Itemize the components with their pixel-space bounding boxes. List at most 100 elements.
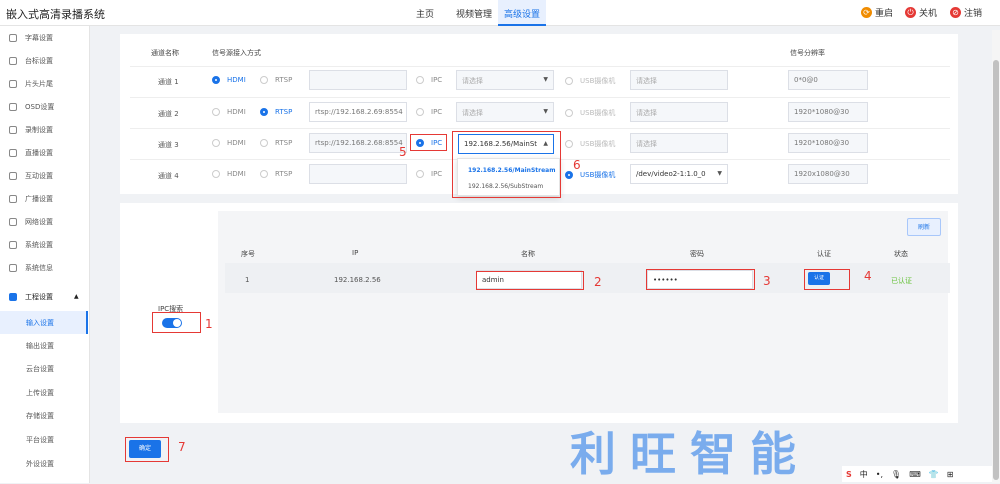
app-title: 嵌入式高清录播系统 (6, 8, 105, 21)
annotation-number: 5 (399, 145, 407, 159)
rtsp-url-input[interactable] (309, 164, 407, 184)
watermark: 利旺智能 (570, 427, 810, 481)
ipc-select[interactable]: 请选择 ▼ (456, 70, 554, 90)
sidebar-item-input[interactable]: 输入设置 (0, 311, 88, 334)
keyboard-icon[interactable]: ⌨ (909, 470, 921, 479)
nav-home[interactable]: 主页 (416, 7, 434, 20)
refresh-button[interactable]: 刷新 (907, 218, 941, 236)
chevron-up-icon: ▲ (74, 293, 79, 300)
sidebar-item-record[interactable]: 录制设置 (0, 118, 88, 141)
radio-usb[interactable]: USB摄像机 (565, 76, 615, 86)
sidebar-item-info[interactable]: 系统信息 (0, 256, 88, 279)
radio-usb[interactable]: USB摄像机 (565, 108, 615, 118)
radio-ipc[interactable]: IPC (416, 170, 442, 178)
sidebar-item-broadcast[interactable]: 广播设置 (0, 187, 88, 210)
users-icon (9, 171, 17, 180)
highlight-box (410, 134, 447, 151)
nav-advanced[interactable]: 高级设置 (498, 0, 547, 26)
live-icon (9, 148, 17, 157)
sidebar-item-logo[interactable]: 台标设置 (0, 49, 88, 72)
header-name: 名称 (521, 250, 535, 258)
network-icon (9, 217, 17, 226)
resolution-field: 1920*1080@30 (788, 102, 868, 122)
sidebar-group-engineering[interactable]: 工程设置 ▲ (0, 285, 88, 308)
usb-select[interactable]: /dev/video2-1:1.0_0 ▼ (630, 164, 728, 184)
radio-ipc[interactable]: IPC (416, 76, 442, 84)
sidebar-item-ptz[interactable]: 云台设置 (0, 357, 88, 380)
header-source: 信号源接入方式 (212, 49, 261, 57)
sidebar-item-intro[interactable]: 片头片尾 (0, 72, 88, 95)
radio-rtsp[interactable]: RTSP (260, 76, 292, 84)
divider (130, 66, 950, 67)
sidebar-item-platform[interactable]: 平台设置 (0, 428, 88, 451)
film-icon (9, 79, 17, 88)
top-bar: 嵌入式高清录播系统 主页 视频管理 高级设置 ⟳ 重启 ⏻ 关机 ⊘ 注销 (0, 0, 1000, 26)
header-resolution: 信号分辨率 (790, 49, 825, 57)
mic-icon[interactable]: 🎙 (891, 470, 901, 479)
restart-icon: ⟳ (861, 7, 872, 18)
header-channel: 通道名称 (151, 49, 179, 57)
skin-icon[interactable]: 👕 (929, 470, 939, 479)
nav-video[interactable]: 视频管理 (456, 7, 492, 20)
radio-usb[interactable]: USB摄像机 (565, 139, 615, 149)
header-index: 序号 (241, 250, 255, 258)
rtsp-url-input[interactable] (309, 70, 407, 90)
annotation-number: 4 (864, 269, 872, 283)
sidebar-item-network[interactable]: 网络设置 (0, 210, 88, 233)
ipc-select[interactable]: 请选择 ▼ (456, 102, 554, 122)
rtsp-url-input[interactable]: rtsp://192.168.2.68:8554 (309, 133, 407, 153)
ime-lang[interactable]: 中 (860, 469, 868, 480)
caret-down-icon: ▼ (543, 76, 548, 83)
rtsp-url-input[interactable]: rtsp://192.168.2.69:8554 (309, 102, 407, 122)
radio-hdmi[interactable]: HDMI (212, 170, 246, 178)
sidebar-item-live[interactable]: 直播设置 (0, 141, 88, 164)
scrollbar[interactable] (992, 30, 1000, 483)
ime-toolbar: S 中 •, 🎙 ⌨ 👕 ⊞ (842, 466, 992, 482)
annotation-number: 3 (763, 274, 771, 288)
restart-button[interactable]: ⟳ 重启 (861, 6, 893, 19)
engineering-icon (9, 292, 17, 301)
radio-ipc[interactable]: IPC (416, 108, 442, 116)
apps-icon[interactable]: ⊞ (947, 470, 954, 479)
usb-select[interactable]: 请选择 (630, 70, 728, 90)
resolution-field: 1920x1080@30 (788, 164, 868, 184)
usb-select[interactable]: 请选择 (630, 133, 728, 153)
sidebar-item-system[interactable]: 系统设置 (0, 233, 88, 256)
sidebar-item-output[interactable]: 输出设置 (0, 334, 88, 357)
power-icon: ⏻ (905, 7, 916, 18)
sidebar-item-osd[interactable]: OSD设置 (0, 95, 88, 118)
caret-down-icon: ▼ (543, 108, 548, 115)
sidebar-item-subtitle[interactable]: 字幕设置 (0, 26, 88, 49)
channel-name: 通道 2 (158, 110, 179, 118)
highlight-box (125, 437, 169, 462)
caret-down-icon: ▼ (717, 170, 722, 177)
highlight-box (476, 271, 584, 290)
record-icon (9, 125, 17, 134)
row-index: 1 (245, 276, 250, 284)
status-badge: 已认证 (891, 277, 912, 285)
sidebar-item-interact[interactable]: 互动设置 (0, 164, 88, 187)
logout-button[interactable]: ⊘ 注销 (950, 6, 982, 19)
radio-rtsp[interactable]: RTSP (260, 139, 292, 147)
subtitle-icon (9, 33, 17, 42)
sidebar-item-peripheral[interactable]: 外设设置 (0, 452, 88, 475)
usb-select[interactable]: 请选择 (630, 102, 728, 122)
highlight-box (646, 269, 755, 290)
radio-hdmi[interactable]: HDMI (212, 139, 246, 147)
sidebar-item-storage[interactable]: 存储设置 (0, 404, 88, 427)
annotation-number: 2 (594, 275, 602, 289)
radio-hdmi[interactable]: HDMI (212, 108, 246, 116)
radio-hdmi[interactable]: HDMI (212, 76, 246, 84)
radio-rtsp[interactable]: RTSP (260, 170, 292, 178)
resolution-field: 0*0@0 (788, 70, 868, 90)
divider (130, 97, 950, 98)
shutdown-button[interactable]: ⏻ 关机 (905, 6, 937, 19)
broadcast-icon (9, 194, 17, 203)
radio-rtsp[interactable]: RTSP (260, 108, 292, 116)
header-password: 密码 (690, 250, 704, 258)
sidebar-item-upload[interactable]: 上传设置 (0, 381, 88, 404)
resolution-field: 1920*1080@30 (788, 133, 868, 153)
sidebar: 字幕设置 台标设置 片头片尾 OSD设置 录制设置 直播设置 互动设置 广播设置… (0, 26, 90, 483)
ime-punct[interactable]: •, (876, 470, 883, 479)
header-auth: 认证 (817, 250, 831, 258)
